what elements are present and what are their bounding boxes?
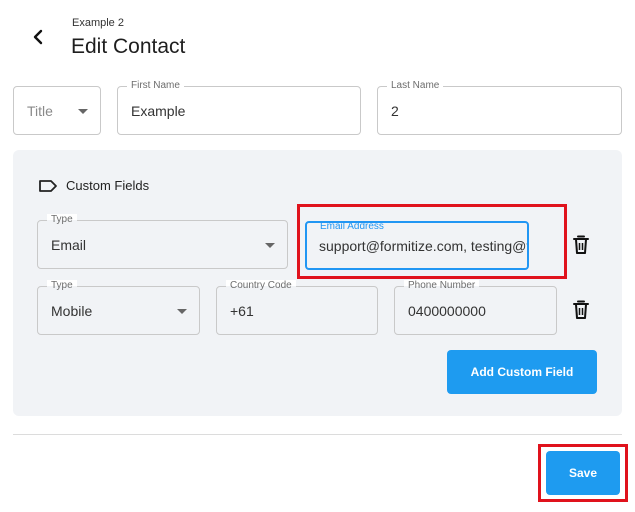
email-type-select[interactable]: Type Email <box>37 214 288 269</box>
phone-type-select[interactable]: Type Mobile <box>37 280 200 335</box>
breadcrumb: Example 2 <box>72 17 124 29</box>
trash-icon[interactable] <box>572 300 590 320</box>
phone-number-field[interactable]: Phone Number 0400000000 <box>394 280 557 335</box>
type-value: Email <box>51 236 87 253</box>
type-label: Type <box>47 280 77 292</box>
country-code-field[interactable]: Country Code +61 <box>216 280 378 335</box>
add-custom-field-button[interactable]: Add Custom Field <box>447 350 597 394</box>
type-label: Type <box>47 214 77 226</box>
tag-icon <box>39 179 57 192</box>
chevron-down-icon <box>265 242 275 248</box>
highlight-save-button <box>538 444 628 502</box>
trash-icon[interactable] <box>572 235 590 255</box>
phone-number-value: 0400000000 <box>408 302 486 319</box>
page-title: Edit Contact <box>71 35 186 58</box>
divider <box>13 434 622 435</box>
last-name-label: Last Name <box>387 80 444 92</box>
first-name-value: Example <box>131 102 186 119</box>
first-name-field[interactable]: First Name Example <box>117 80 361 135</box>
first-name-label: First Name <box>127 80 184 92</box>
country-code-label: Country Code <box>226 280 296 292</box>
type-value: Mobile <box>51 302 93 319</box>
chevron-down-icon <box>78 108 88 114</box>
last-name-value: 2 <box>391 102 399 119</box>
title-placeholder: Title <box>27 102 53 119</box>
highlight-email-field <box>297 204 567 279</box>
custom-fields-title: Custom Fields <box>66 178 150 193</box>
chevron-down-icon <box>177 308 187 314</box>
phone-number-label: Phone Number <box>404 280 480 292</box>
title-select[interactable]: Title <box>13 86 101 135</box>
country-code-value: +61 <box>230 302 254 319</box>
back-button[interactable] <box>26 24 50 50</box>
chevron-left-icon <box>33 29 43 45</box>
last-name-field[interactable]: Last Name 2 <box>377 80 622 135</box>
custom-fields-heading: Custom Fields <box>38 178 149 193</box>
